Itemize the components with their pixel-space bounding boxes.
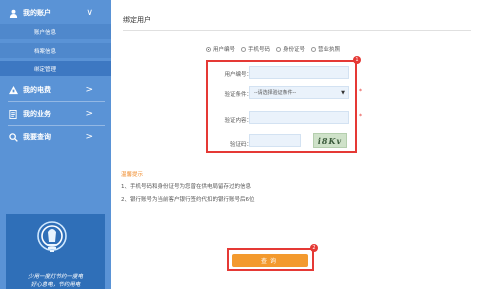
search-icon (8, 132, 18, 142)
divider (123, 30, 471, 31)
required-mark: * (359, 113, 362, 120)
content-label: 验证内容： (224, 118, 252, 124)
radio-button[interactable] (206, 46, 211, 52)
chevron-right-icon: > (85, 85, 93, 95)
chevron-right-icon: > (85, 109, 93, 119)
query-button[interactable]: 查询 (232, 254, 308, 267)
tip-item: 2、银行账号为当前客户银行签约代扣的银行账号后6位 (121, 197, 255, 203)
captcha-label: 验证码： (229, 142, 252, 148)
tip-item: 1、手机号码和身份证号为您曾在供电局留存过的信息 (121, 184, 252, 190)
main-content: 绑定用户 用户编号 手机号码 身份证号 营业执照 1 用户编号： 验证条件： -… (111, 0, 484, 289)
sidebar-item-archive-info[interactable]: 档案信息 (0, 43, 111, 58)
content-input[interactable] (249, 111, 349, 124)
energy-saving-banner: 少用一度灯节约一度电 好心息电，节约用电 (6, 214, 105, 289)
page-title: 绑定用户 (123, 16, 151, 24)
dropdown-arrow-icon: ▼ (341, 90, 345, 96)
radio-business-license[interactable]: 营业执照 (311, 45, 340, 53)
step-badge-1: 1 (353, 56, 361, 64)
lightbulb-icon (37, 221, 67, 252)
divider (8, 125, 105, 126)
divider (8, 101, 105, 102)
user-no-label: 用户编号： (224, 72, 252, 78)
chevron-down-icon: ∨ (86, 8, 93, 18)
sidebar-item-binding-management[interactable]: 绑定管理 (0, 61, 111, 76)
chevron-right-icon: > (85, 132, 93, 142)
sidebar-my-account-label: 我的账户 (23, 9, 51, 17)
radio-button[interactable] (276, 46, 282, 52)
radio-phone[interactable]: 手机号码 (241, 45, 270, 53)
sidebar-my-query[interactable]: 我要查询 > (0, 127, 111, 147)
user-icon (8, 8, 18, 18)
radio-button[interactable] (311, 46, 317, 52)
step-badge-2: 2 (310, 244, 318, 252)
sidebar-item-account-info[interactable]: 账户信息 (0, 24, 111, 39)
radio-button[interactable] (241, 46, 247, 52)
captcha-image[interactable]: i8Kv (313, 133, 347, 148)
sidebar-my-bill[interactable]: 我的电费 > (0, 80, 111, 100)
id-type-radio-group: 用户编号 手机号码 身份证号 营业执照 (206, 45, 340, 53)
document-icon (8, 109, 18, 119)
radio-id-card[interactable]: 身份证号 (276, 45, 305, 53)
sidebar-my-account[interactable]: 我的账户 ∨ (0, 3, 111, 23)
captcha-input[interactable] (249, 134, 301, 147)
user-no-input[interactable] (249, 66, 349, 79)
required-mark: * (359, 88, 362, 95)
banner-slogan: 少用一度灯节约一度电 好心息电，节约用电 (27, 274, 83, 288)
tips-title: 温馨提示 (121, 172, 144, 178)
condition-select[interactable]: --请选择验证条件-- ▼ (249, 86, 349, 99)
bill-icon (8, 85, 18, 95)
sidebar-my-business[interactable]: 我的业务 > (0, 104, 111, 124)
radio-user-no[interactable]: 用户编号 (206, 45, 235, 53)
sidebar: 我的账户 ∨ 账户信息 档案信息 绑定管理 我的电费 > 我的业务 > 我要查询… (0, 0, 111, 289)
condition-label: 验证条件： (224, 92, 252, 98)
